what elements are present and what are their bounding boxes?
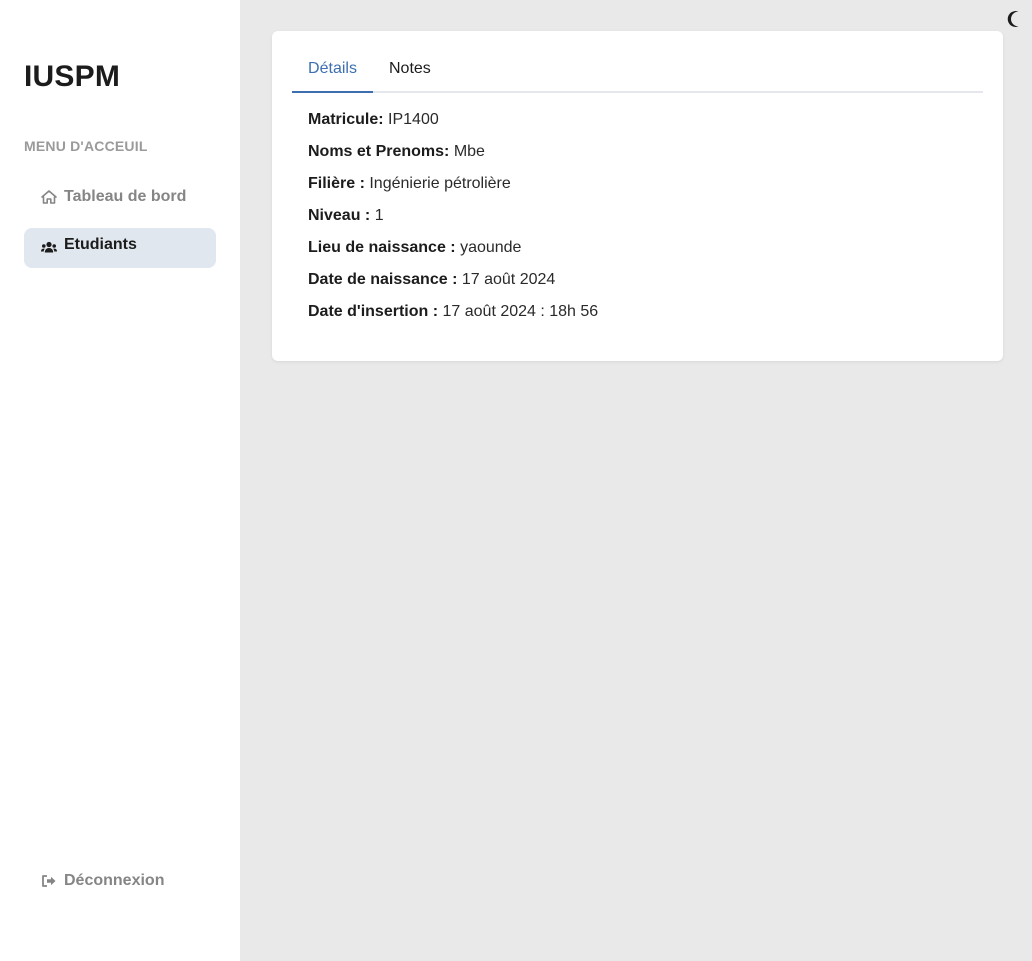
detail-key: Niveau : [308, 207, 371, 224]
tab-notes[interactable]: Notes [389, 53, 439, 93]
detail-value: 17 août 2024 : 18h 56 [442, 303, 599, 320]
theme-toggle-button[interactable] [1004, 8, 1026, 30]
menu-heading: MENU D'ACCEUIL [24, 138, 148, 154]
logout-button[interactable]: Déconnexion [24, 861, 216, 901]
detail-key: Matricule: [308, 111, 384, 128]
detail-key: Date d'insertion : [308, 303, 439, 320]
sidebar-item-label: Tableau de bord [64, 188, 187, 205]
sidebar-item-dashboard[interactable]: Tableau de bord [24, 177, 216, 217]
detail-value: 1 [374, 207, 384, 224]
detail-value: 17 août 2024 [461, 271, 556, 288]
brand-title: IUSPM [24, 60, 121, 93]
detail-birthdate: Date de naissance : 17 août 2024 [308, 269, 598, 301]
detail-birthplace: Lieu de naissance : yaounde [308, 237, 598, 269]
detail-value: Ingénierie pétrolière [369, 175, 511, 192]
sidebar: IUSPM MENU D'ACCEUIL Tableau de bord Etu… [0, 0, 240, 961]
tab-details[interactable]: Détails [292, 53, 373, 93]
moon-icon [1007, 11, 1019, 27]
detail-field-of-study: Filière : Ingénierie pétrolière [308, 173, 598, 205]
detail-matricule: Matricule: IP1400 [308, 109, 598, 141]
detail-key: Noms et Prenoms: [308, 143, 450, 160]
detail-key: Filière : [308, 175, 365, 192]
users-icon [40, 239, 58, 255]
detail-key: Date de naissance : [308, 271, 458, 288]
tab-bar: Détails Notes [292, 53, 983, 93]
detail-key: Lieu de naissance : [308, 239, 456, 256]
student-details-card: Détails Notes Matricule: IP1400 Noms et … [272, 31, 1003, 361]
sidebar-item-label: Etudiants [64, 236, 137, 253]
logout-label: Déconnexion [64, 872, 165, 889]
logout-icon [40, 873, 58, 889]
sidebar-item-students[interactable]: Etudiants [24, 228, 216, 268]
detail-value: yaounde [460, 239, 522, 256]
details-list: Matricule: IP1400 Noms et Prenoms: Mbe F… [308, 109, 598, 333]
detail-value: IP1400 [388, 111, 439, 128]
detail-full-name: Noms et Prenoms: Mbe [308, 141, 598, 173]
detail-level: Niveau : 1 [308, 205, 598, 237]
detail-value: Mbe [453, 143, 485, 160]
home-icon [40, 189, 58, 205]
detail-insertion-date: Date d'insertion : 17 août 2024 : 18h 56 [308, 301, 598, 333]
